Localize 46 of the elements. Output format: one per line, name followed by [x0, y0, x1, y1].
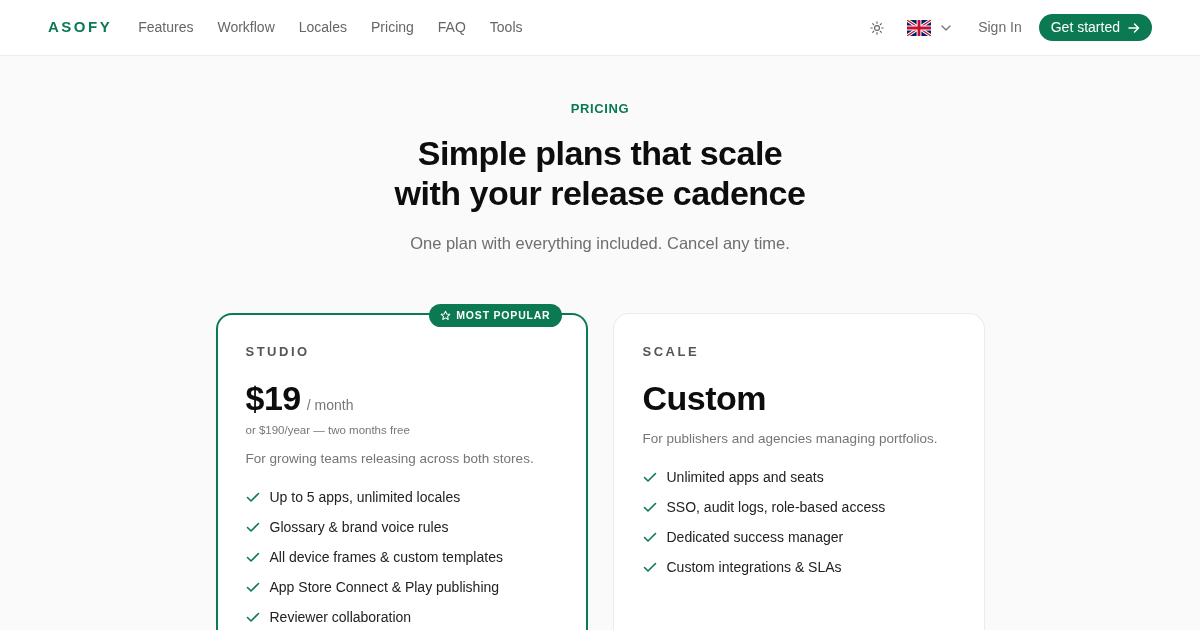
- most-popular-badge: MOST POPULAR: [429, 304, 562, 327]
- check-icon: [642, 530, 657, 544]
- check-icon: [245, 490, 260, 504]
- page-subtitle: One plan with everything included. Cancel any time.: [409, 233, 791, 254]
- sign-in-link[interactable]: Sign In: [978, 17, 1022, 38]
- check-icon: [642, 470, 657, 484]
- theme-toggle-button[interactable]: [870, 20, 885, 35]
- section-eyebrow: PRICING: [569, 100, 631, 118]
- nav-link[interactable]: Features: [138, 17, 194, 38]
- feature-text: Up to 5 apps, unlimited locales: [269, 488, 461, 507]
- arrow-right-icon: [1128, 21, 1140, 34]
- language-button[interactable]: [907, 19, 952, 36]
- check-icon: [245, 610, 260, 624]
- chevron-down-icon: [941, 24, 952, 31]
- feature-text: All device frames & custom templates: [269, 548, 503, 567]
- feature-text: App Store Connect & Play publishing: [269, 578, 500, 597]
- feature-text: Dedicated success manager: [666, 528, 844, 547]
- check-icon: [642, 560, 657, 574]
- nav-link[interactable]: Workflow: [217, 17, 275, 38]
- annual-price-note: or $190/year — two months free: [245, 423, 411, 438]
- plan-price: Custom: [642, 378, 767, 419]
- plan-name: SCALE: [642, 343, 701, 361]
- check-icon: [245, 550, 260, 564]
- feature-text: Reviewer collaboration: [269, 608, 412, 627]
- plan-name: STUDIO: [245, 343, 311, 361]
- star-icon: [440, 310, 452, 321]
- check-icon: [245, 580, 260, 594]
- sun-icon: [870, 20, 885, 35]
- check-icon: [642, 500, 657, 514]
- nav-link[interactable]: FAQ: [437, 17, 466, 38]
- uk-flag-icon: [907, 19, 932, 36]
- nav-link[interactable]: Tools: [489, 17, 523, 38]
- nav-link[interactable]: Pricing: [371, 17, 414, 38]
- logo[interactable]: ASOFY: [48, 16, 113, 39]
- plan-description: For publishers and agencies managing portfolios.: [642, 430, 939, 448]
- nav-link[interactable]: Locales: [298, 17, 347, 38]
- feature-text: Custom integrations & SLAs: [666, 558, 842, 577]
- plan-description: For growing teams releasing across both stores.: [245, 450, 535, 468]
- check-icon: [245, 520, 260, 534]
- page-heading: Simple plans that scale with your release cadence: [393, 133, 807, 213]
- price-period: / month: [306, 396, 354, 415]
- plan-price: $19: [245, 378, 301, 419]
- feature-text: Glossary & brand voice rules: [269, 518, 449, 537]
- get-started-button[interactable]: Get started: [1038, 14, 1152, 41]
- feature-text: SSO, audit logs, role-based access: [666, 498, 886, 517]
- feature-text: Unlimited apps and seats: [666, 468, 824, 487]
